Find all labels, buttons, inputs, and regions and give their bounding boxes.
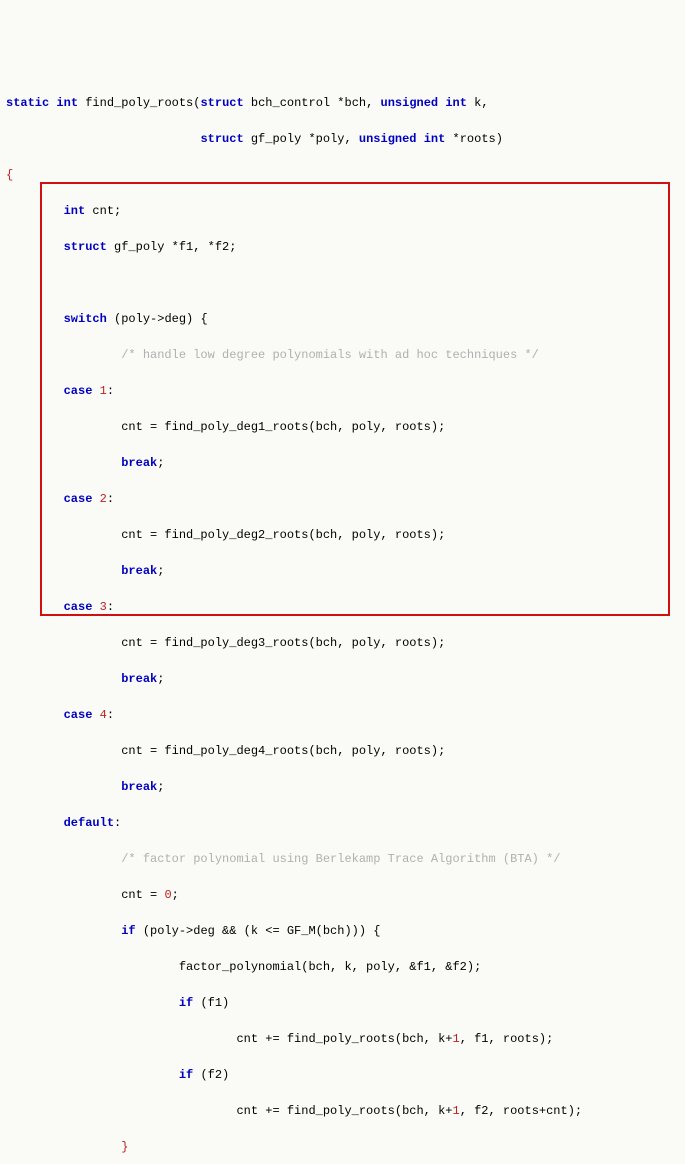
default-factor: factor_polynomial(bch, k, poly, &f1, &f2…	[6, 958, 679, 976]
num-4: 4	[100, 708, 107, 722]
case1: case 1:	[6, 382, 679, 400]
kw-unsigned: unsigned	[381, 96, 439, 110]
fn-sig-line1: static int find_poly_roots(struct bch_co…	[6, 94, 679, 112]
cond-f2: (f2)	[200, 1068, 229, 1082]
kw-switch: switch	[64, 312, 107, 326]
kw-int: int	[56, 96, 78, 110]
comment-low-degree: /* handle low degree polynomials with ad…	[6, 346, 679, 364]
code-block: static int find_poly_roots(struct bch_co…	[6, 76, 679, 1164]
comment: /* handle low degree polynomials with ad…	[121, 348, 539, 362]
case4: case 4:	[6, 706, 679, 724]
assign: cnt = find_poly_deg1_roots(bch, poly, ro…	[121, 420, 445, 434]
default-if: if (poly->deg && (k <= GF_M(bch))) {	[6, 922, 679, 940]
var-cnt: cnt;	[92, 204, 121, 218]
var-f1f2: gf_poly *f1, *f2;	[114, 240, 236, 254]
kw-int: int	[64, 204, 86, 218]
blank	[6, 274, 679, 292]
kw-break: break	[121, 456, 157, 470]
switch-line: switch (poly->deg) {	[6, 310, 679, 328]
param1: bch_control *bch,	[251, 96, 373, 110]
kw-int: int	[424, 132, 446, 146]
num-0: 0	[164, 888, 171, 902]
call-factor: factor_polynomial(bch, k, poly, &f1, &f2…	[179, 960, 481, 974]
num-1: 1	[100, 384, 107, 398]
param2: k,	[474, 96, 488, 110]
kw-default: default	[64, 816, 114, 830]
assign: cnt = find_poly_deg4_roots(bch, poly, ro…	[121, 744, 445, 758]
kw-if: if	[179, 1068, 193, 1082]
close-brace: }	[121, 1140, 128, 1154]
case2-body: cnt = find_poly_deg2_roots(bch, poly, ro…	[6, 526, 679, 544]
kw-case: case	[64, 492, 93, 506]
case1-break: break;	[6, 454, 679, 472]
kw-break: break	[121, 780, 157, 794]
kw-struct: struct	[64, 240, 107, 254]
case4-break: break;	[6, 778, 679, 796]
num-3: 3	[100, 600, 107, 614]
default-if-close: }	[6, 1138, 679, 1156]
kw-static: static	[6, 96, 49, 110]
comment-bta: /* factor polynomial using Berlekamp Tra…	[6, 850, 679, 868]
kw-case: case	[64, 384, 93, 398]
assign: cnt = find_poly_deg3_roots(bch, poly, ro…	[121, 636, 445, 650]
kw-struct: struct	[200, 96, 243, 110]
assign: cnt = find_poly_deg2_roots(bch, poly, ro…	[121, 528, 445, 542]
num-2: 2	[100, 492, 107, 506]
case4-body: cnt = find_poly_deg4_roots(bch, poly, ro…	[6, 742, 679, 760]
default-if-f2: if (f2)	[6, 1066, 679, 1084]
kw-unsigned: unsigned	[359, 132, 417, 146]
switch-expr: (poly->deg) {	[114, 312, 208, 326]
default-if-f1: if (f1)	[6, 994, 679, 1012]
cond-f1: (f1)	[200, 996, 229, 1010]
brace-open: {	[6, 166, 679, 184]
kw-case: case	[64, 708, 93, 722]
case1-body: cnt = find_poly_deg1_roots(bch, poly, ro…	[6, 418, 679, 436]
case3-break: break;	[6, 670, 679, 688]
param4: *roots)	[453, 132, 503, 146]
kw-break: break	[121, 672, 157, 686]
case2: case 2:	[6, 490, 679, 508]
decl-gfpoly: struct gf_poly *f1, *f2;	[6, 238, 679, 256]
case3-body: cnt = find_poly_deg3_roots(bch, poly, ro…	[6, 634, 679, 652]
kw-int: int	[445, 96, 467, 110]
case2-break: break;	[6, 562, 679, 580]
kw-struct: struct	[200, 132, 243, 146]
kw-if: if	[121, 924, 135, 938]
param3: gf_poly *poly,	[251, 132, 352, 146]
default-rec-f2: cnt += find_poly_roots(bch, k+1, f2, roo…	[6, 1102, 679, 1120]
if-cond: (poly->deg && (k <= GF_M(bch))) {	[143, 924, 381, 938]
comment: /* factor polynomial using Berlekamp Tra…	[121, 852, 560, 866]
kw-case: case	[64, 600, 93, 614]
case3: case 3:	[6, 598, 679, 616]
default: default:	[6, 814, 679, 832]
kw-break: break	[121, 564, 157, 578]
fn-sig-line2: struct gf_poly *poly, unsigned int *root…	[6, 130, 679, 148]
fn-name: find_poly_roots	[85, 96, 193, 110]
decl-cnt: int cnt;	[6, 202, 679, 220]
default-rec-f1: cnt += find_poly_roots(bch, k+1, f1, roo…	[6, 1030, 679, 1048]
default-cnt0: cnt = 0;	[6, 886, 679, 904]
kw-if: if	[179, 996, 193, 1010]
